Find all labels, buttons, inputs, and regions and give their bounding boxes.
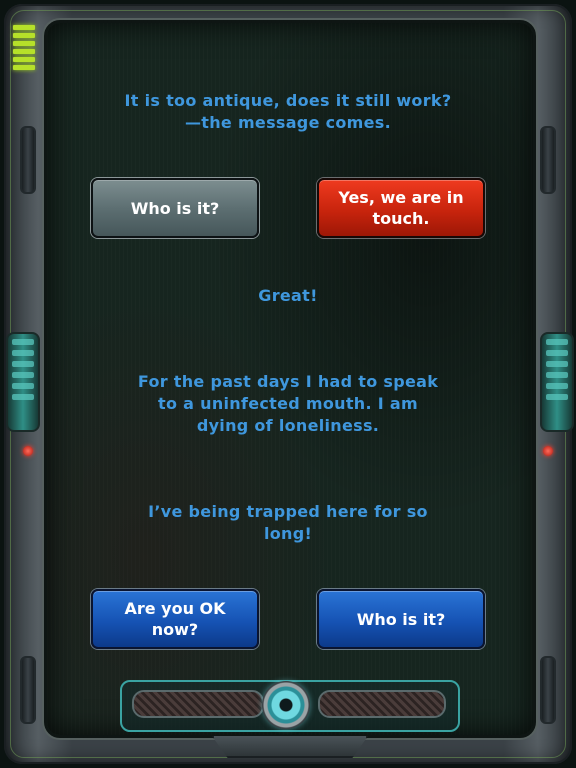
right-hinge: [540, 332, 574, 432]
led: [13, 41, 35, 46]
gear-icon[interactable]: [262, 681, 310, 729]
led: [13, 65, 35, 70]
frame-slot: [20, 126, 36, 194]
choice-button-yes-in-touch[interactable]: Yes, we are in touch.: [317, 178, 485, 238]
choice-button-who-is-it[interactable]: Who is it?: [91, 178, 259, 238]
dialog-reply-loneliness: For the past days I had to speak to a un…: [137, 372, 439, 435]
left-track-bar: [132, 690, 264, 718]
dialog-reply-great: Great!: [258, 286, 318, 305]
red-indicator-light: [23, 446, 33, 456]
frame-slot: [540, 126, 556, 194]
dialog-question: It is too antique, does it still work?—t…: [124, 91, 452, 132]
led: [13, 49, 35, 54]
led: [13, 57, 35, 62]
red-indicator-light: [543, 446, 553, 456]
frame-slot: [540, 656, 556, 724]
right-track-bar: [318, 690, 446, 718]
bottom-frame-tab: [212, 736, 368, 758]
left-hinge: [6, 332, 40, 432]
status-leds: [13, 25, 35, 73]
frame-slot: [20, 656, 36, 724]
led: [13, 33, 35, 38]
choice-button-are-you-ok[interactable]: Are you OK now?: [91, 589, 259, 649]
dialog-reply-trapped: I’ve being trapped here for so long!: [148, 502, 428, 543]
led: [13, 25, 35, 30]
choice-button-who-is-it-bottom[interactable]: Who is it?: [317, 589, 485, 649]
